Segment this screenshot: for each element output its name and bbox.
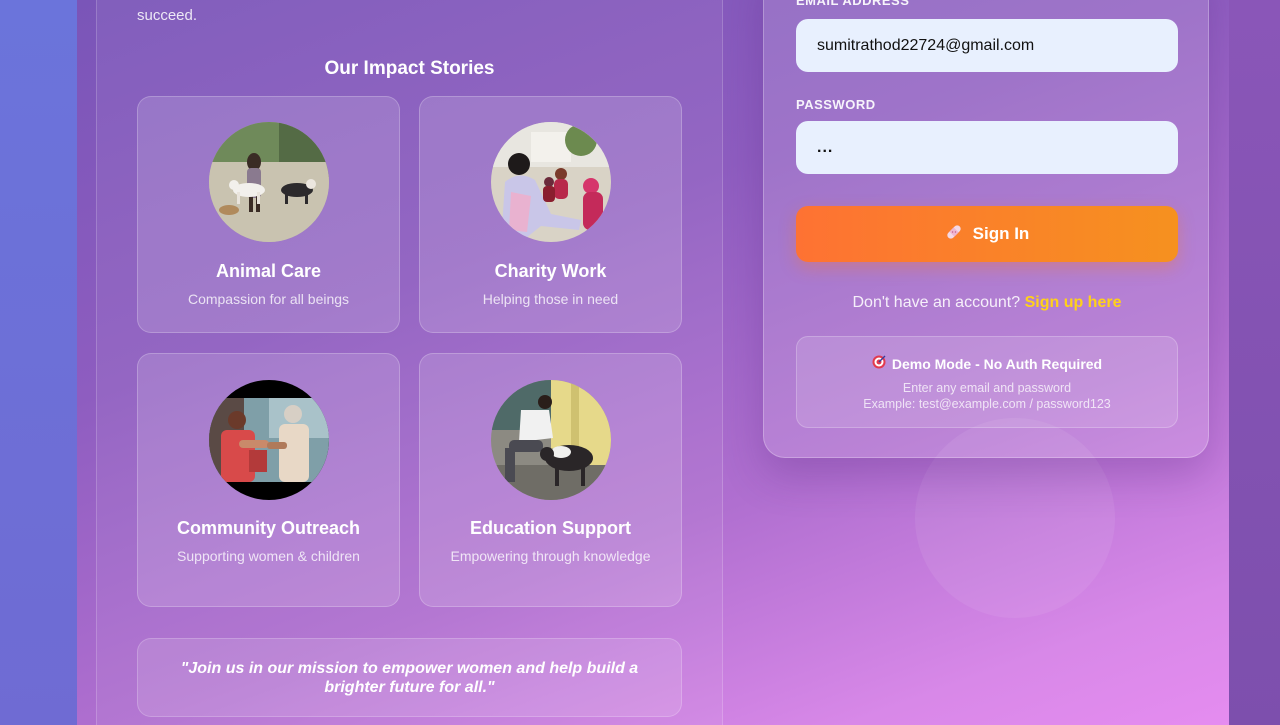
story-card-desc: Compassion for all beings: [187, 291, 350, 307]
stories-title: Our Impact Stories: [324, 58, 495, 79]
bandage-icon: [945, 223, 963, 246]
demo-instructions: Enter any email and password: [902, 381, 1072, 395]
dogs-street-photo: [209, 122, 329, 242]
story-card-animal-care: Animal Care Compassion for all beings: [137, 96, 400, 333]
demo-title: Demo Mode - No Auth Required: [891, 355, 1103, 372]
intro-text: succeed.: [137, 7, 198, 24]
signup-link[interactable]: Sign up here: [1025, 294, 1122, 311]
main-stage: succeed. Our Impact Stories Animal Care …: [77, 0, 1229, 725]
sign-in-label: Sign In: [972, 224, 1030, 243]
story-card-desc: Helping those in need: [482, 291, 619, 307]
story-card-title: Education Support: [470, 518, 631, 538]
elder-women-photo: [209, 380, 329, 500]
mission-quote: "Join us in our mission to empower women…: [137, 638, 682, 717]
signup-prompt: Don't have an account?: [852, 294, 1021, 311]
sign-in-button[interactable]: Sign In: [796, 206, 1178, 262]
target-icon: [872, 355, 886, 372]
email-label: EMAIL ADDRESS: [796, 0, 910, 8]
story-card-title: Community Outreach: [176, 518, 361, 538]
password-label: PASSWORD: [796, 97, 876, 112]
email-field[interactable]: [796, 19, 1178, 72]
women-gathering-photo: [491, 122, 611, 242]
story-card-community-outreach: Community Outreach Supporting women & ch…: [137, 353, 400, 607]
page-edge-left: [0, 0, 77, 725]
demo-mode-notice: Demo Mode - No Auth Required Enter any e…: [796, 336, 1178, 428]
demo-example: Example: test@example.com / password123: [863, 397, 1111, 411]
story-card-title: Animal Care: [215, 261, 322, 281]
feeding-cow-photo: [491, 380, 611, 500]
page-edge-right: [1229, 0, 1280, 725]
story-card-desc: Supporting women & children: [177, 548, 360, 564]
story-card-title: Charity Work: [494, 261, 607, 281]
login-form: EMAIL ADDRESS PASSWORD Sign In Don't hav…: [763, 0, 1209, 458]
demo-title-row: Demo Mode - No Auth Required: [797, 355, 1177, 372]
signup-prompt-row: Don't have an account? Sign up here: [796, 294, 1178, 312]
password-field[interactable]: [796, 121, 1178, 174]
story-card-education-support: Education Support Empowering through kno…: [419, 353, 682, 607]
story-card-charity-work: Charity Work Helping those in need: [419, 96, 682, 333]
story-card-desc: Empowering through knowledge: [450, 548, 651, 564]
